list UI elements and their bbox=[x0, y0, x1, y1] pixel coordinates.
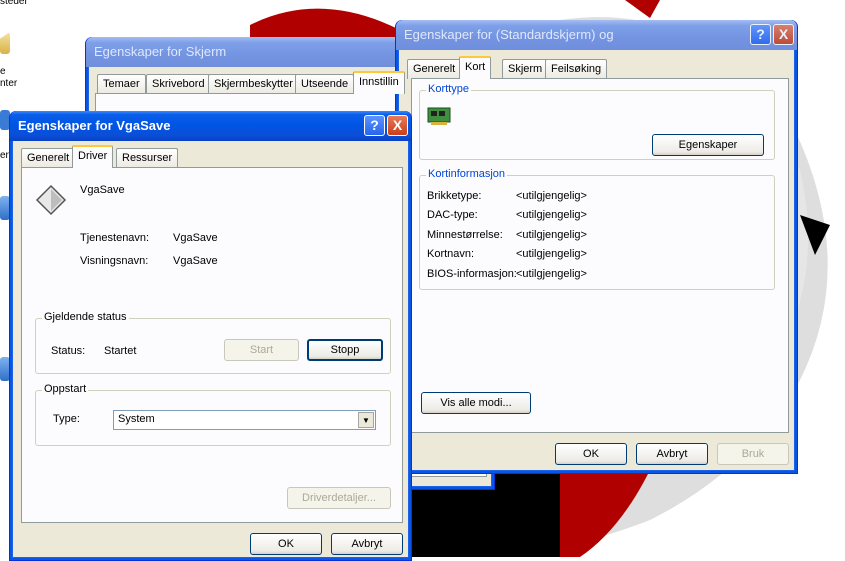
close-button[interactable]: X bbox=[773, 24, 794, 45]
title-bar[interactable]: Egenskaper for VgaSave ? X bbox=[10, 111, 411, 141]
adapter-name-label: Kortnavn: bbox=[427, 248, 475, 260]
group-label: Korttype bbox=[426, 83, 471, 95]
tab-settings[interactable]: Innstillin bbox=[353, 71, 405, 94]
tab-panel: VgaSave Tjenestenavn: VgaSave Visningsna… bbox=[21, 167, 403, 523]
adapter-type-group: Korttype Egenskaper bbox=[419, 83, 775, 160]
vgasave-properties-window: Egenskaper for VgaSave ? X Generelt Driv… bbox=[9, 111, 412, 561]
window-title: Egenskaper for Skjerm bbox=[94, 44, 227, 59]
startup-type-value: System bbox=[118, 413, 155, 425]
service-name-value: VgaSave bbox=[173, 232, 218, 244]
startup-group: Oppstart Type: System ▼ bbox=[35, 383, 391, 446]
chip-type-value: <utilgjengelig> bbox=[516, 190, 587, 202]
display-name-label: Visningsnavn: bbox=[80, 255, 149, 267]
bios-info-value: <utilgjengelig> bbox=[516, 268, 587, 280]
desktop-icon-label[interactable]: nter bbox=[0, 78, 17, 89]
type-label: Type: bbox=[53, 413, 80, 425]
help-button[interactable]: ? bbox=[364, 115, 385, 136]
dac-type-label: DAC-type: bbox=[427, 209, 478, 221]
list-all-modes-button[interactable]: Vis alle modi... bbox=[421, 392, 531, 414]
tab-adapter[interactable]: Kort bbox=[459, 56, 492, 79]
adapter-info-group: Kortinformasjon Brikketype: <utilgjengel… bbox=[419, 168, 775, 290]
video-card-icon bbox=[427, 107, 451, 125]
group-label: Oppstart bbox=[42, 383, 89, 395]
tab-driver[interactable]: Driver bbox=[72, 145, 114, 168]
bios-info-label: BIOS-informasjon: bbox=[427, 268, 517, 280]
window-title: Egenskaper for VgaSave bbox=[18, 118, 171, 133]
chip-type-label: Brikketype: bbox=[427, 190, 482, 202]
tab-troubleshoot[interactable]: Feilsøking bbox=[545, 59, 608, 79]
status-value: Startet bbox=[104, 345, 137, 357]
tab-appearance[interactable]: Utseende bbox=[295, 74, 355, 94]
cancel-button[interactable]: Avbryt bbox=[331, 533, 403, 555]
device-name: VgaSave bbox=[80, 184, 125, 196]
close-button[interactable]: X bbox=[387, 115, 408, 136]
desktop-icon-label[interactable]: e bbox=[0, 66, 6, 77]
start-button[interactable]: Start bbox=[224, 339, 299, 361]
stop-button[interactable]: Stopp bbox=[307, 339, 383, 361]
status-label: Status: bbox=[51, 345, 86, 357]
desktop-icon-label[interactable]: steder bbox=[0, 0, 28, 7]
help-button[interactable]: ? bbox=[750, 24, 771, 45]
desktop-icon-label[interactable]: er bbox=[0, 150, 9, 161]
memory-size-value: <utilgjengelig> bbox=[516, 229, 587, 241]
tab-panel: Korttype Egenskaper Kortinformasjon Brik… bbox=[411, 78, 789, 433]
service-name-label: Tjenestenavn: bbox=[80, 232, 150, 244]
tab-themes[interactable]: Temaer bbox=[97, 74, 146, 94]
dac-type-value: <utilgjengelig> bbox=[516, 209, 587, 221]
tab-resources[interactable]: Ressurser bbox=[116, 148, 179, 168]
title-bar[interactable]: Egenskaper for (Standardskjerm) og ? X bbox=[396, 20, 797, 50]
group-label: Kortinformasjon bbox=[426, 168, 508, 180]
monitor-properties-window: Egenskaper for (Standardskjerm) og ? X G… bbox=[395, 20, 798, 474]
driver-details-button[interactable]: Driverdetaljer... bbox=[287, 487, 391, 509]
tab-screensaver[interactable]: Skjermbeskytter bbox=[208, 74, 299, 94]
display-name-value: VgaSave bbox=[173, 255, 218, 267]
chevron-down-icon[interactable]: ▼ bbox=[358, 412, 374, 428]
group-label: Gjeldende status bbox=[42, 311, 129, 323]
tab-general[interactable]: Generelt bbox=[21, 148, 76, 168]
ok-button[interactable]: OK bbox=[555, 443, 627, 465]
window-title: Egenskaper for (Standardskjerm) og bbox=[404, 27, 614, 42]
current-status-group: Gjeldende status Status: Startet Start S… bbox=[35, 311, 391, 374]
properties-button[interactable]: Egenskaper bbox=[652, 134, 764, 156]
memory-size-label: Minnestørrelse: bbox=[427, 229, 503, 241]
adapter-name-value: <utilgjengelig> bbox=[516, 248, 587, 260]
cancel-button[interactable]: Avbryt bbox=[636, 443, 708, 465]
startup-type-select[interactable]: System ▼ bbox=[113, 410, 376, 430]
ok-button[interactable]: OK bbox=[250, 533, 322, 555]
tab-desktop[interactable]: Skrivebord bbox=[146, 74, 211, 94]
tab-monitor[interactable]: Skjerm bbox=[502, 59, 549, 79]
apply-button[interactable]: Bruk bbox=[717, 443, 789, 465]
driver-icon bbox=[35, 184, 67, 216]
tab-general[interactable]: Generelt bbox=[407, 59, 462, 79]
